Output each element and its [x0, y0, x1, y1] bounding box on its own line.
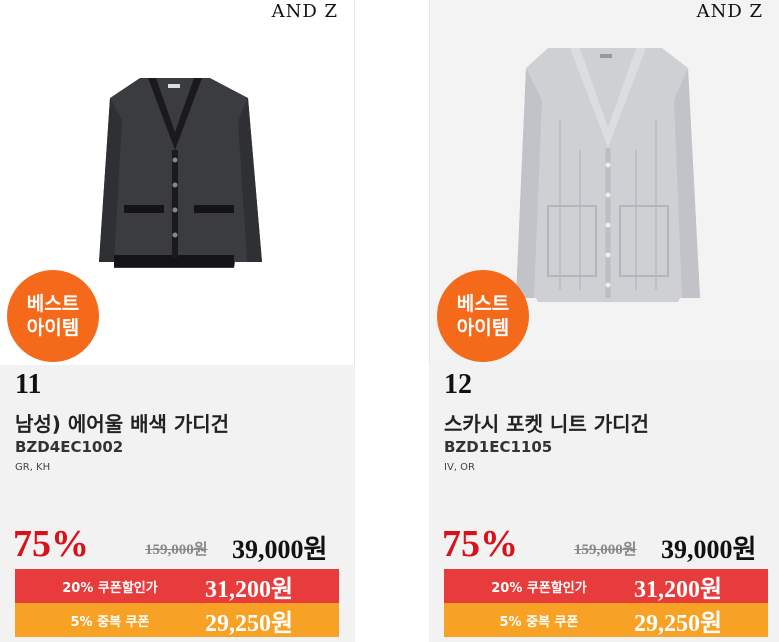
coupon-price: 31,200원: [634, 576, 723, 603]
badge-line1: 베스트: [26, 293, 80, 315]
sale-price: 39,000원: [661, 535, 757, 564]
coupon-label: 20% 쿠폰할인가: [491, 580, 587, 596]
product-colors: IV, OR: [444, 462, 475, 473]
badge-line2: 아이템: [26, 317, 80, 339]
discount-rate: 75%: [442, 523, 518, 565]
product-info: 11 남성) 에어울 배색 가디건 BZD4EC1002 GR, KH 75% …: [0, 365, 355, 642]
coupon-label: 20% 쿠폰할인가: [62, 580, 158, 596]
best-item-badge: 베스트 아이템: [437, 270, 529, 362]
original-price: 159,000원: [145, 542, 208, 558]
product-info: 12 스카시 포켓 니트 가디건 BZD1EC1105 IV, OR 75% 1…: [429, 365, 779, 642]
product-name[interactable]: 남성) 에어울 배색 가디건: [15, 408, 229, 437]
coupon-label: 5% 중복 쿠폰: [70, 614, 150, 630]
product-code: BZD4EC1002: [15, 438, 124, 456]
coupon-discount-bar[interactable]: 20% 쿠폰할인가 31,200원: [15, 569, 339, 603]
coupon-price: 31,200원: [205, 576, 294, 603]
double-coupon-bar[interactable]: 5% 중복 쿠폰 29,250원: [15, 603, 339, 637]
product-name[interactable]: 스카시 포켓 니트 가디건: [444, 408, 649, 437]
badge-line2: 아이템: [456, 317, 510, 339]
product-rank: 12: [444, 369, 472, 400]
product-card[interactable]: AND Z 베스트 아이템 11 남성) 에어울 배색 가디건 BZD4EC10…: [0, 0, 355, 642]
coupon-label: 5% 중복 쿠폰: [499, 614, 579, 630]
best-item-badge: 베스트 아이템: [7, 270, 99, 362]
coupon-price: 29,250원: [205, 610, 294, 637]
coupon-price: 29,250원: [634, 610, 723, 637]
product-image-area[interactable]: AND Z 베스트 아이템: [0, 0, 355, 365]
original-price: 159,000원: [574, 542, 637, 558]
product-card[interactable]: AND Z 베스트 아이템 12 스카시 포켓 니트 가디건 BZD1EC110…: [429, 0, 779, 642]
product-rank: 11: [15, 369, 42, 400]
sale-price: 39,000원: [232, 535, 328, 564]
product-image-area[interactable]: AND Z 베스트 아이템: [429, 0, 779, 365]
discount-rate: 75%: [13, 523, 89, 565]
coupon-discount-bar[interactable]: 20% 쿠폰할인가 31,200원: [444, 569, 768, 603]
badge-line1: 베스트: [456, 293, 510, 315]
double-coupon-bar[interactable]: 5% 중복 쿠폰 29,250원: [444, 603, 768, 637]
product-colors: GR, KH: [15, 462, 51, 473]
product-code: BZD1EC1105: [444, 438, 553, 456]
